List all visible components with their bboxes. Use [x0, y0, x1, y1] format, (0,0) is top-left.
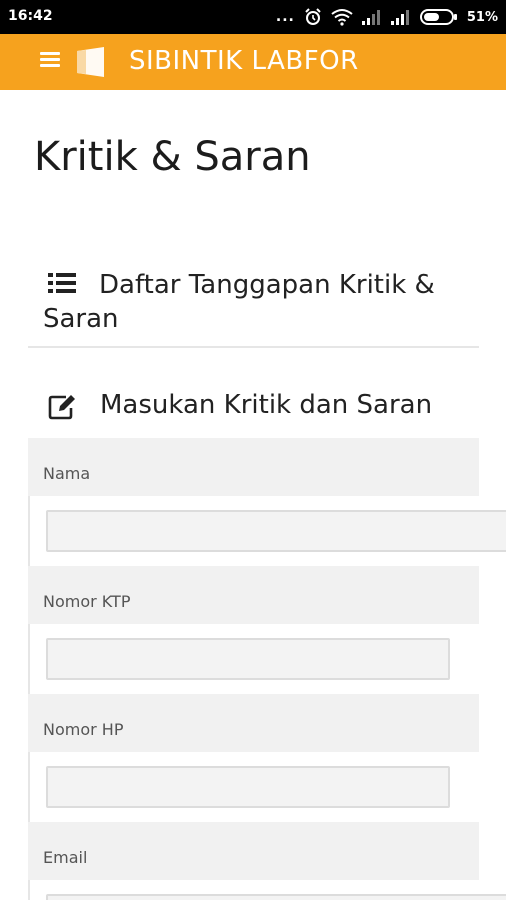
status-bar: 16:42 ... 51%	[0, 0, 506, 34]
phone-field-label: Nomor HP	[43, 720, 124, 739]
email-input[interactable]	[46, 894, 506, 900]
battery-percent: 51%	[466, 9, 498, 25]
app-bar: SIBINTIK LABFOR	[0, 34, 506, 90]
signal-icon	[390, 9, 411, 25]
email-field-label-row: Email	[28, 822, 479, 880]
status-icons: ... 51%	[276, 6, 498, 28]
feedback-list-label: Daftar Tanggapan Kritik & Saran	[43, 270, 435, 334]
ktp-field-label: Nomor KTP	[43, 592, 131, 611]
name-field-label-row: Nama	[28, 438, 479, 496]
ktp-field-row	[28, 624, 506, 696]
edit-icon	[48, 394, 76, 424]
ktp-input[interactable]	[46, 638, 450, 680]
logo-icon	[76, 46, 106, 82]
email-field-row	[28, 880, 506, 900]
phone-input[interactable]	[46, 766, 450, 808]
wifi-icon	[331, 8, 353, 26]
feedback-form-header: Masukan Kritik dan Saran	[28, 388, 479, 436]
name-field-label: Nama	[43, 464, 91, 483]
more-notifications-icon: ...	[275, 9, 295, 25]
battery-icon	[419, 9, 458, 25]
page-title: Kritik & Saran	[34, 134, 311, 180]
phone-field-label-row: Nomor HP	[28, 694, 479, 752]
app-title: SIBINTIK LABFOR	[129, 46, 359, 76]
email-field-label: Email	[43, 848, 88, 867]
phone-field-row	[28, 752, 506, 824]
status-time: 16:42	[8, 8, 53, 24]
feedback-form-label: Masukan Kritik dan Saran	[100, 390, 433, 420]
name-field-row	[28, 496, 506, 568]
feedback-list-link[interactable]: Daftar Tanggapan Kritik & Saran	[28, 262, 479, 348]
alarm-icon	[304, 8, 322, 26]
name-input[interactable]	[46, 510, 506, 552]
signal-icon	[361, 9, 382, 25]
menu-icon[interactable]	[40, 52, 60, 72]
ktp-field-label-row: Nomor KTP	[28, 566, 479, 624]
